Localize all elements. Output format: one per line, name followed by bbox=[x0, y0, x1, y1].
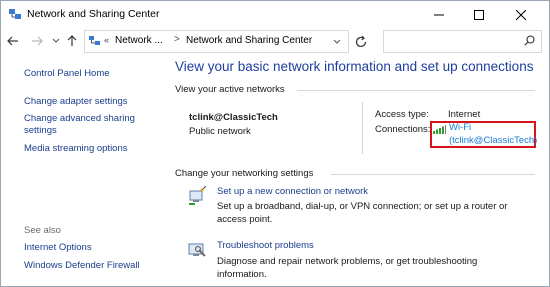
title-bar: Network and Sharing Center bbox=[1, 1, 549, 28]
access-type-value: Internet bbox=[448, 109, 481, 120]
network-sharing-window: Network and Sharing Center « Network ...… bbox=[0, 0, 550, 287]
section-divider bbox=[297, 90, 535, 91]
close-button[interactable] bbox=[501, 1, 541, 28]
arrow-up-icon bbox=[67, 35, 77, 46]
main-content: View your basic network information and … bbox=[161, 55, 549, 286]
address-bar[interactable]: « Network ... > Network and Sharing Cent… bbox=[84, 30, 349, 53]
set-up-new-connection-link[interactable]: Set up a new connection or network bbox=[217, 186, 368, 197]
recent-locations-button[interactable] bbox=[51, 32, 61, 50]
forward-button[interactable] bbox=[29, 32, 45, 50]
search-box[interactable] bbox=[383, 30, 542, 53]
wifi-connection-link[interactable]: Wi-Fi bbox=[449, 122, 471, 133]
chevron-down-icon bbox=[52, 38, 60, 43]
troubleshoot-problems-description: Diagnose and repair network problems, or… bbox=[217, 256, 478, 280]
maximize-button[interactable] bbox=[459, 1, 499, 28]
arrow-left-icon bbox=[7, 36, 18, 46]
network-center-icon bbox=[9, 9, 21, 19]
window-title: Network and Sharing Center bbox=[27, 8, 160, 20]
see-also-label: See also bbox=[24, 225, 61, 236]
minimize-icon bbox=[434, 14, 444, 15]
section-divider bbox=[331, 174, 535, 175]
back-button[interactable] bbox=[5, 32, 21, 50]
change-advanced-sharing-settings-link[interactable]: Change advanced sharing settings bbox=[24, 113, 144, 137]
maximize-icon bbox=[474, 9, 484, 20]
active-networks-label: View your active networks bbox=[175, 84, 285, 95]
connections-label: Connections: bbox=[375, 124, 431, 135]
arrow-right-icon bbox=[32, 36, 43, 46]
breadcrumb-network[interactable]: Network ... bbox=[115, 35, 163, 46]
media-streaming-options-link[interactable]: Media streaming options bbox=[24, 143, 128, 155]
control-panel-icon bbox=[89, 36, 100, 45]
close-icon bbox=[516, 9, 526, 20]
network-type-link: Public network bbox=[189, 126, 251, 137]
refresh-icon[interactable] bbox=[353, 34, 369, 50]
set-up-new-connection-description: Set up a broadband, dial-up, or VPN conn… bbox=[217, 201, 508, 225]
new-connection-icon bbox=[189, 186, 207, 205]
page-title: View your basic network information and … bbox=[175, 59, 534, 74]
wifi-connection-name-link[interactable]: (tclink@ClassicTech) bbox=[449, 135, 537, 146]
troubleshoot-problems-link[interactable]: Troubleshoot problems bbox=[217, 240, 314, 251]
breadcrumb-network-sharing-center[interactable]: Network and Sharing Center bbox=[186, 35, 312, 46]
navigation-bar: « Network ... > Network and Sharing Cent… bbox=[1, 28, 549, 55]
minimize-button[interactable] bbox=[419, 1, 459, 28]
search-icon[interactable] bbox=[524, 35, 535, 46]
change-networking-settings-label: Change your networking settings bbox=[175, 168, 314, 179]
troubleshoot-icon bbox=[188, 243, 206, 257]
change-adapter-settings-link[interactable]: Change adapter settings bbox=[24, 96, 128, 108]
wifi-signal-icon bbox=[433, 125, 446, 134]
address-dropdown-button[interactable] bbox=[326, 31, 348, 52]
access-type-label: Access type: bbox=[375, 109, 429, 120]
windows-defender-firewall-link[interactable]: Windows Defender Firewall bbox=[24, 260, 140, 272]
internet-options-link[interactable]: Internet Options bbox=[24, 242, 92, 254]
chevron-down-icon bbox=[333, 39, 341, 44]
network-info-divider bbox=[362, 102, 363, 154]
control-panel-home-link[interactable]: Control Panel Home bbox=[24, 68, 110, 80]
left-pane: Control Panel Home Change adapter settin… bbox=[1, 55, 161, 286]
up-button[interactable] bbox=[64, 32, 80, 50]
address-overflow-chevron[interactable]: « bbox=[104, 35, 109, 45]
network-name: tclink@ClassicTech bbox=[189, 112, 278, 123]
breadcrumb-separator[interactable]: > bbox=[174, 34, 180, 45]
